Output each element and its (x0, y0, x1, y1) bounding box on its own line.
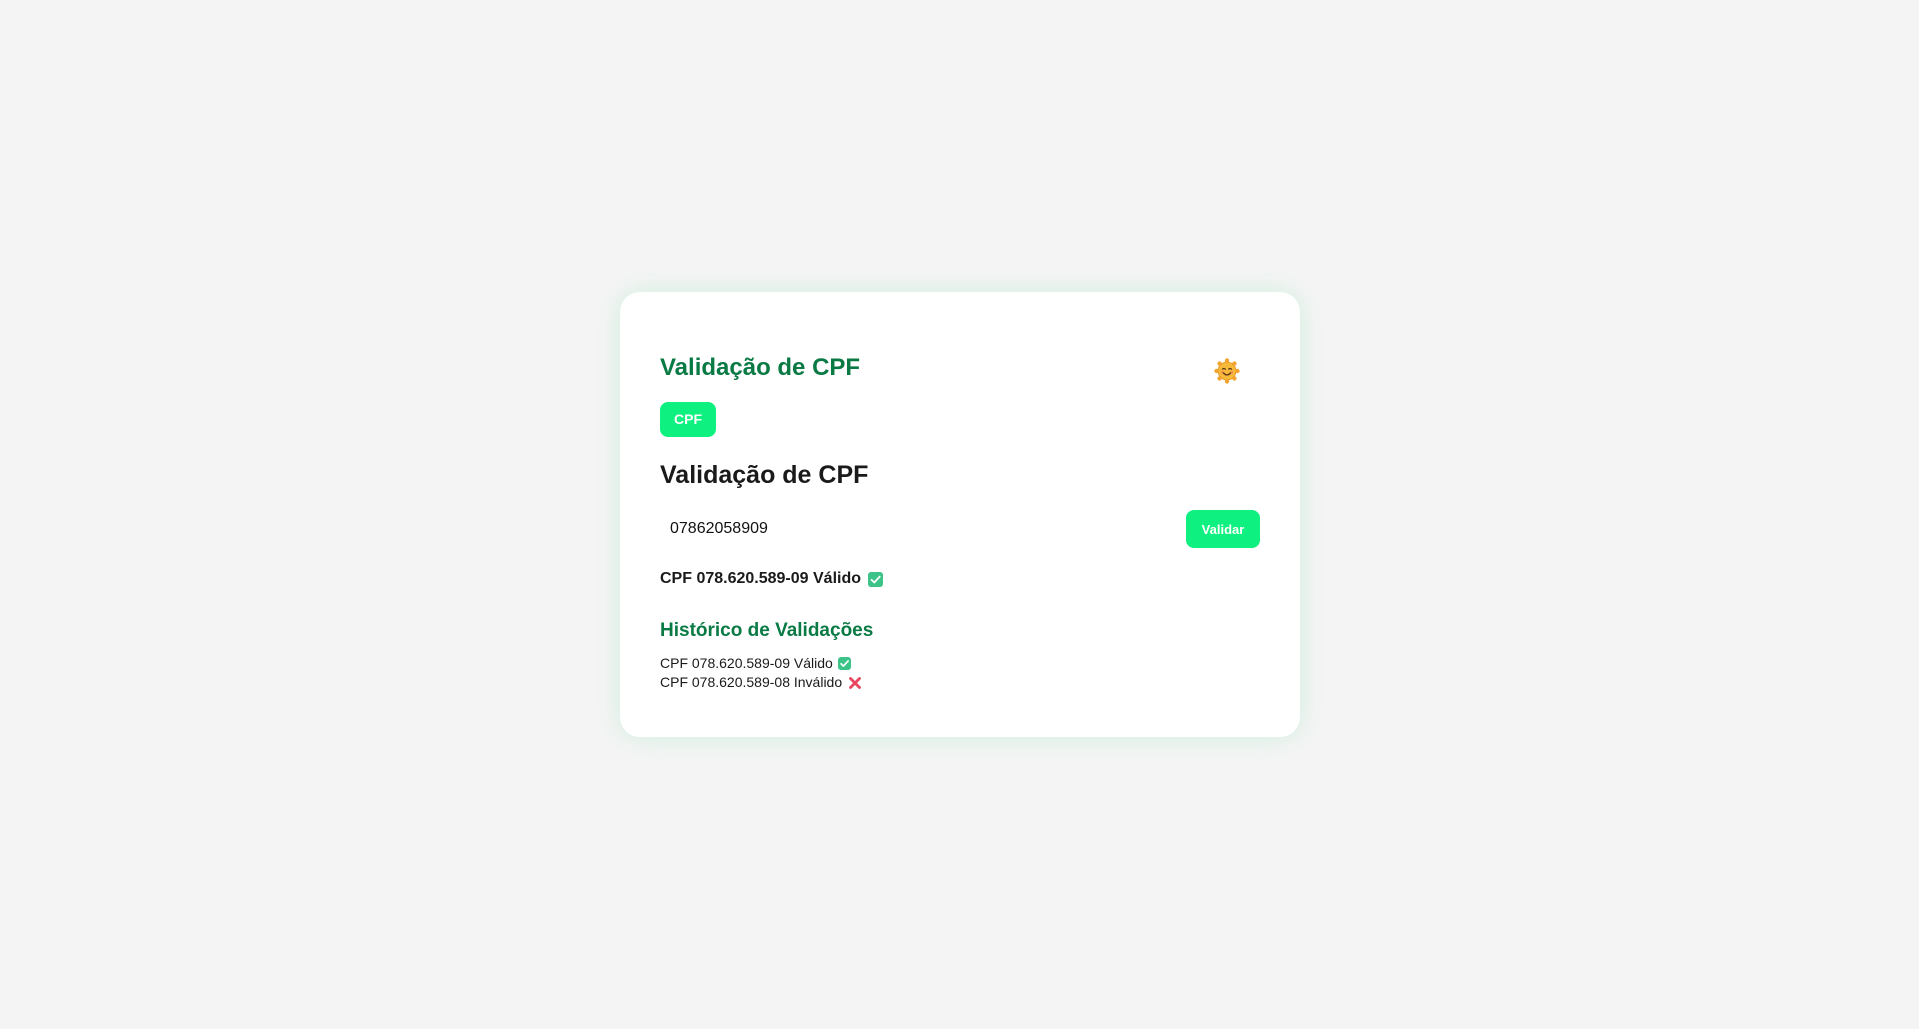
history-item: CPF 078.620.589-09 Válido (660, 654, 1260, 673)
result-text: CPF 078.620.589-09 Válido (660, 570, 861, 587)
validation-result: CPF 078.620.589-09 Válido (660, 568, 1260, 590)
history-list: CPF 078.620.589-09 Válido CPF 078.620.58… (660, 654, 1260, 692)
validate-button[interactable]: Validar (1186, 510, 1260, 548)
validation-form: Validar (660, 510, 1260, 548)
history-item: CPF 078.620.589-08 Inválido (660, 673, 1260, 692)
card-header: Validação de CPF (660, 348, 1260, 388)
section-title: Validação de CPF (660, 461, 869, 489)
tab-cpf[interactable]: CPF (660, 402, 716, 437)
validation-card: Validação de CPF CPF Validação de CPF 07… (620, 292, 1300, 737)
history-item-text: CPF 078.620.589-08 Inválido (660, 674, 843, 690)
tab-bar: CPF (660, 402, 1260, 438)
history-item-text: CPF 078.620.589-09 Válido (660, 655, 833, 671)
app-title: Validação de CPF (660, 354, 861, 381)
cross-mark-icon (848, 676, 862, 690)
check-mark-icon (837, 657, 851, 670)
history-title: Histórico de Validações (660, 620, 874, 641)
cpf-input[interactable] (660, 512, 1160, 546)
check-mark-icon (868, 571, 883, 587)
smiling-face-icon[interactable] (1214, 358, 1240, 384)
